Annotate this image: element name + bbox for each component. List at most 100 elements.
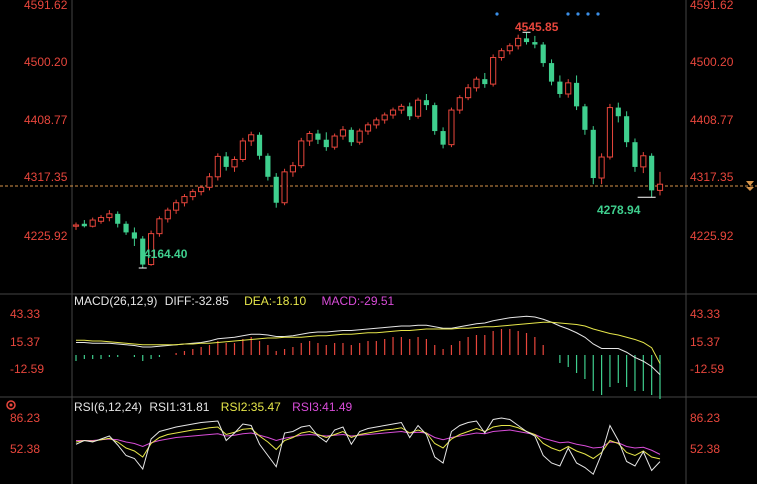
candle-body-down — [540, 44, 546, 64]
candle-body-down — [131, 232, 137, 239]
rsi-axis-left-1: 52.38 — [10, 442, 41, 456]
candle-body-up — [364, 124, 372, 132]
rsi2-value: RSI2:35.47 — [220, 400, 281, 414]
candle-body-up — [656, 183, 664, 191]
candle-body-up — [281, 171, 288, 204]
candle-body-up — [598, 156, 605, 179]
high-annotation: 4545.85 — [515, 20, 559, 34]
candle-body-up — [72, 224, 80, 227]
macd-axis-left-0: 43.33 — [10, 307, 41, 321]
candle-body-down — [632, 142, 638, 167]
last-low-annotation: 4278.94 — [597, 203, 641, 217]
candle-body-down — [273, 176, 279, 203]
macd-diff: DIFF:-32.85 — [164, 294, 229, 308]
candle-body-up — [381, 114, 388, 121]
low-annotation: 4164.40 — [144, 247, 188, 261]
chart-root: 4591.62 4500.20 4408.77 4317.35 4225.92 … — [0, 0, 757, 484]
macd-axis-left-1: 15.37 — [10, 335, 41, 349]
signal-dot — [495, 12, 499, 16]
candle-body-up — [373, 119, 380, 126]
rsi-header: RSI(6,12,24) RSI1:31.81 RSI2:35.47 RSI3:… — [74, 400, 352, 414]
candle-body-down — [223, 156, 229, 167]
candle-body-down — [115, 213, 121, 224]
rsi3-value: RSI3:41.49 — [292, 400, 353, 414]
candle-body-up — [164, 209, 171, 220]
price-label-left-0: 4591.62 — [24, 0, 68, 12]
candle-body-up — [106, 213, 113, 219]
price-label-left-2: 4408.77 — [24, 113, 68, 127]
macd-dea: DEA:-18.10 — [244, 294, 307, 308]
rsi-axis-left-0: 86.23 — [10, 411, 41, 425]
candle-body-up — [339, 129, 347, 137]
candle-body-up — [356, 130, 363, 143]
candle-body-up — [206, 176, 213, 188]
candle-body-up — [198, 186, 205, 193]
candle-body-up — [156, 218, 163, 235]
candle-body-up — [289, 165, 297, 173]
candle-body-down — [615, 107, 621, 117]
candle-body-down — [440, 131, 446, 145]
candle-body-up — [97, 217, 105, 222]
candle-body-up — [606, 107, 614, 158]
rsi-axis-right-1: 52.38 — [690, 442, 721, 456]
price-label-left-3: 4317.35 — [24, 170, 68, 184]
candle-body-down — [649, 155, 655, 191]
candle-body-down — [81, 223, 87, 227]
macd-header: MACD(26,12,9) DIFF:-32.85 DEA:-18.10 MAC… — [74, 294, 394, 308]
candle-body-down — [265, 155, 271, 177]
candle-body-down — [123, 223, 129, 233]
current-price-marker — [746, 181, 754, 187]
candle-body-up — [248, 134, 255, 142]
candle-body-up — [456, 97, 463, 111]
signal-dot — [566, 12, 570, 16]
signal-dot — [576, 12, 580, 16]
candle-body-down — [557, 81, 563, 94]
candle-body-up — [565, 82, 572, 95]
candle-body-up — [465, 87, 472, 99]
candle-body-up — [448, 109, 455, 146]
price-label-right-0: 4591.62 — [690, 0, 734, 12]
candle-body-up — [298, 140, 305, 167]
candle-body-up — [306, 133, 313, 142]
candle-body-down — [323, 139, 329, 148]
rsi3-line — [76, 429, 661, 455]
macd-axis-right-0: 43.33 — [690, 307, 721, 321]
price-label-right-2: 4408.77 — [690, 113, 734, 127]
candle-body-down — [482, 79, 488, 85]
candle-body-up — [231, 158, 238, 168]
candle-body-up — [414, 99, 422, 117]
candle-body-down — [582, 106, 588, 130]
rsi1-value: RSI1:31.81 — [149, 400, 210, 414]
signal-dot — [586, 12, 590, 16]
candle-body-up — [473, 78, 480, 89]
candle-body-down — [532, 42, 538, 45]
candle-body-up — [89, 219, 96, 227]
rsi-settings-icon-dot — [9, 403, 13, 407]
candle-body-up — [214, 155, 221, 178]
current-price-marker-2 — [746, 187, 754, 192]
price-label-left-1: 4500.20 — [24, 55, 68, 69]
candle-body-down — [523, 38, 530, 43]
candle-body-up — [515, 37, 522, 47]
candle-body-up — [239, 140, 246, 160]
rsi-axis-right-0: 86.23 — [690, 411, 721, 425]
price-label-right-3: 4317.35 — [690, 170, 734, 184]
candle-body-up — [173, 202, 180, 211]
macd-axis-right-1: 15.37 — [690, 335, 721, 349]
candle-body-up — [389, 109, 397, 116]
rsi-title: RSI(6,12,24) — [74, 400, 143, 414]
candle-body-up — [640, 155, 647, 168]
candle-body-down — [548, 63, 555, 82]
candle-body-down — [256, 134, 263, 156]
candle-body-down — [315, 133, 321, 140]
candle-body-down — [624, 116, 630, 143]
price-label-right-4: 4225.92 — [690, 229, 734, 243]
macd-axis-right-2: -12.59 — [690, 362, 725, 376]
candle-body-down — [590, 129, 596, 179]
candle-body-down — [423, 100, 429, 106]
signal-dot — [596, 12, 600, 16]
rsi1-line — [75, 417, 661, 476]
candle-body-down — [432, 105, 438, 132]
candle-body-up — [181, 196, 188, 204]
price-label-left-4: 4225.92 — [24, 229, 68, 243]
